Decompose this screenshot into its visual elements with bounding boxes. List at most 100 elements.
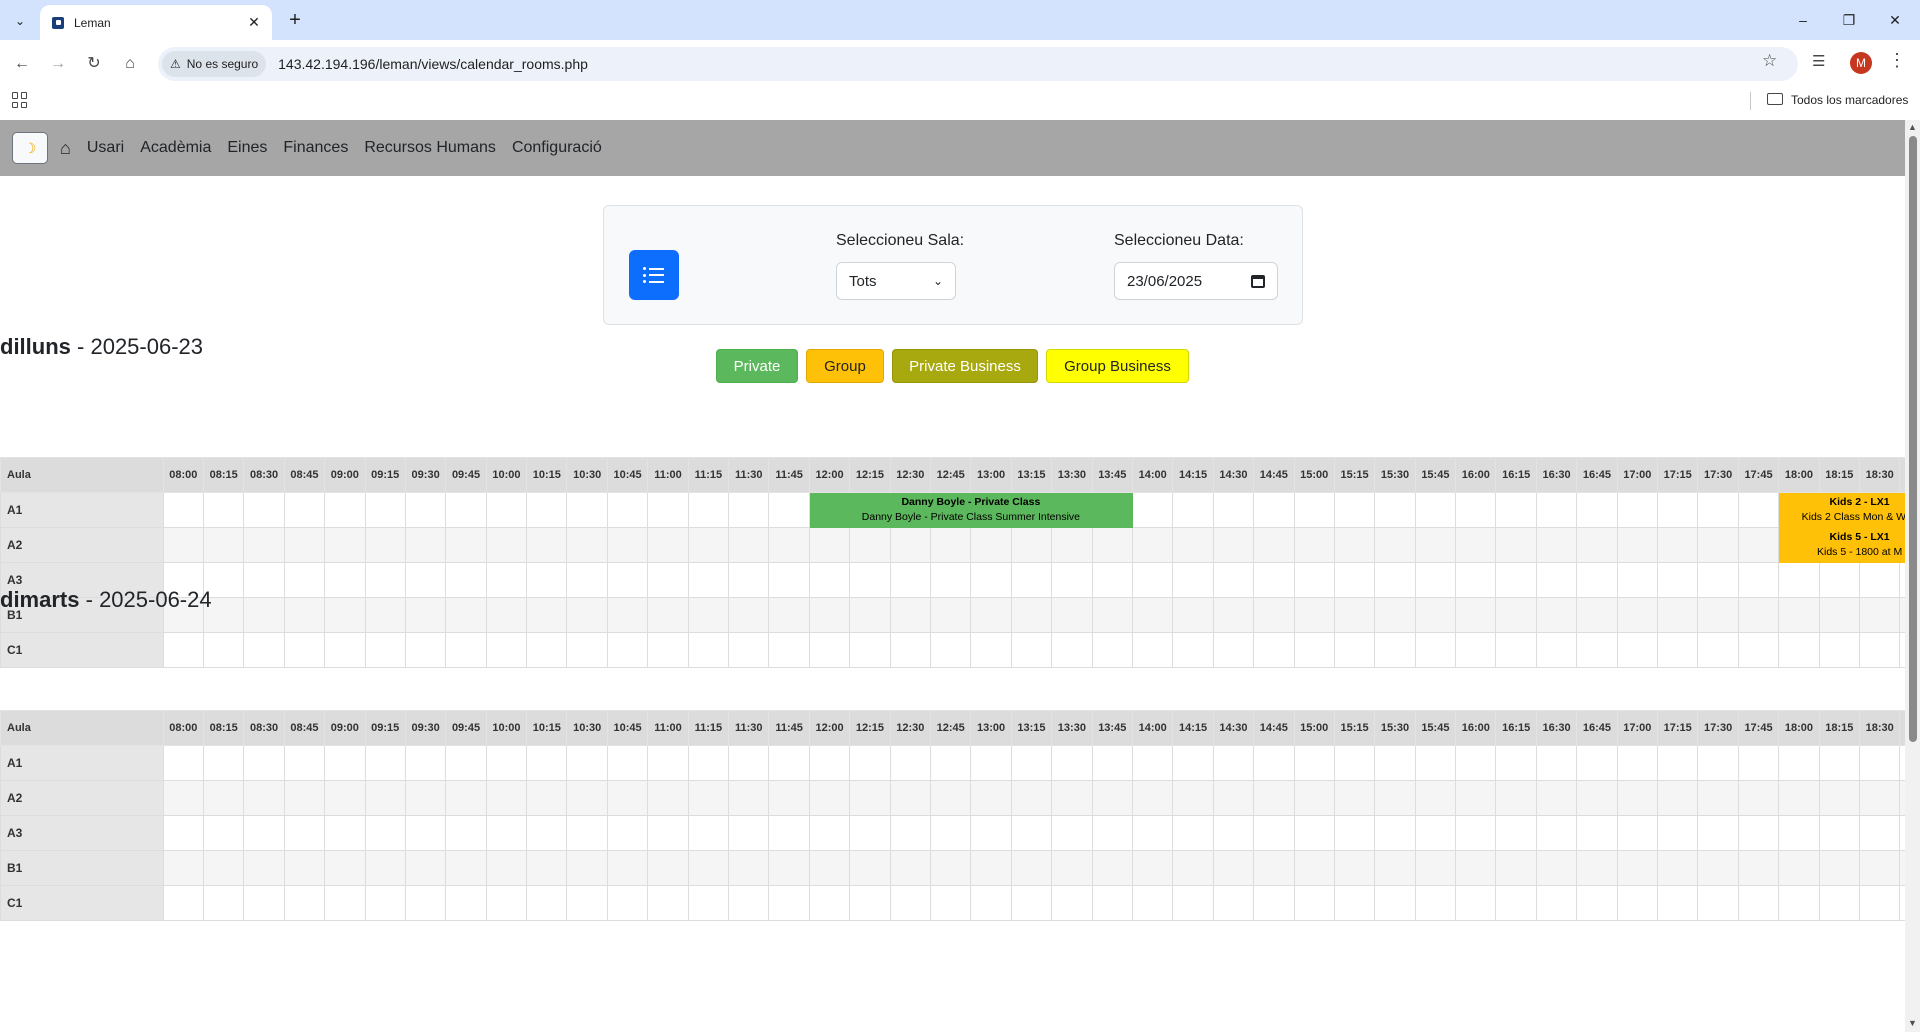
time-slot[interactable]	[929, 632, 972, 668]
time-slot[interactable]	[728, 885, 770, 921]
time-slot[interactable]	[970, 780, 1012, 816]
all-bookmarks-link[interactable]: Todos los marcadores	[1791, 93, 1908, 107]
time-slot[interactable]	[404, 632, 447, 668]
time-slot[interactable]	[202, 815, 245, 851]
time-slot[interactable]	[324, 780, 366, 816]
time-slot[interactable]	[1293, 527, 1335, 563]
time-slot[interactable]	[1495, 850, 1537, 886]
time-slot[interactable]	[1212, 885, 1255, 921]
time-slot[interactable]	[526, 745, 568, 781]
time-slot[interactable]	[1858, 815, 1901, 851]
time-slot[interactable]	[526, 815, 568, 851]
time-slot[interactable]	[1051, 780, 1093, 816]
time-slot[interactable]	[404, 745, 447, 781]
time-slot[interactable]	[1455, 632, 1497, 668]
time-slot[interactable]	[1212, 597, 1255, 633]
time-slot[interactable]	[1414, 527, 1457, 563]
time-slot[interactable]	[647, 492, 689, 528]
time-slot[interactable]	[1172, 632, 1214, 668]
time-slot[interactable]	[1778, 885, 1820, 921]
time-slot[interactable]	[647, 815, 689, 851]
time-slot[interactable]	[1293, 562, 1335, 598]
time-slot[interactable]	[324, 815, 366, 851]
time-slot[interactable]	[606, 850, 649, 886]
scrollbar-thumb[interactable]	[1909, 136, 1917, 742]
time-slot[interactable]	[1858, 780, 1901, 816]
browser-tab[interactable]: Leman ✕	[40, 5, 272, 40]
time-slot[interactable]	[606, 632, 649, 668]
time-slot[interactable]	[243, 850, 285, 886]
time-slot[interactable]	[1697, 815, 1739, 851]
time-slot[interactable]	[1010, 885, 1053, 921]
time-slot[interactable]	[1576, 815, 1618, 851]
time-slot[interactable]	[364, 562, 406, 598]
time-slot[interactable]	[526, 632, 568, 668]
time-slot[interactable]	[929, 780, 972, 816]
time-slot[interactable]	[1535, 527, 1578, 563]
time-slot[interactable]	[768, 850, 810, 886]
time-slot[interactable]	[808, 632, 851, 668]
time-slot[interactable]	[1131, 745, 1174, 781]
time-slot[interactable]	[1737, 780, 1780, 816]
class-event[interactable]: Danny Boyle - Private Class Danny Boyle -…	[808, 492, 1133, 528]
time-slot[interactable]	[162, 632, 204, 668]
tab-close-icon[interactable]: ✕	[246, 14, 262, 31]
time-slot[interactable]	[1495, 745, 1537, 781]
nav-item-usari[interactable]: Usari	[87, 139, 124, 157]
time-slot[interactable]	[445, 527, 487, 563]
time-slot[interactable]	[647, 562, 689, 598]
time-slot[interactable]	[526, 492, 568, 528]
time-slot[interactable]	[566, 815, 608, 851]
time-slot[interactable]	[647, 527, 689, 563]
time-slot[interactable]	[1616, 885, 1659, 921]
time-slot[interactable]	[808, 815, 851, 851]
window-close-icon[interactable]: ✕	[1872, 6, 1918, 34]
time-slot[interactable]	[566, 850, 608, 886]
bookmark-star-icon[interactable]: ☆	[1762, 51, 1777, 71]
time-slot[interactable]	[808, 885, 851, 921]
time-slot[interactable]	[1818, 780, 1860, 816]
time-slot[interactable]	[1455, 780, 1497, 816]
time-slot[interactable]	[404, 562, 447, 598]
time-slot[interactable]	[1455, 885, 1497, 921]
time-slot[interactable]	[970, 815, 1012, 851]
list-view-button[interactable]	[629, 250, 679, 300]
time-slot[interactable]	[1414, 632, 1457, 668]
time-slot[interactable]	[1455, 597, 1497, 633]
time-slot[interactable]	[1495, 632, 1537, 668]
time-slot[interactable]	[1010, 850, 1053, 886]
time-slot[interactable]	[1455, 562, 1497, 598]
time-slot[interactable]	[1414, 815, 1457, 851]
time-slot[interactable]	[1657, 597, 1699, 633]
time-slot[interactable]	[445, 745, 487, 781]
time-slot[interactable]	[1333, 885, 1376, 921]
time-slot[interactable]	[849, 780, 891, 816]
time-slot[interactable]	[1172, 597, 1214, 633]
time-slot[interactable]	[728, 597, 770, 633]
time-slot[interactable]	[364, 745, 406, 781]
time-slot[interactable]	[1576, 597, 1618, 633]
time-slot[interactable]	[808, 562, 851, 598]
time-slot[interactable]	[889, 527, 932, 563]
time-slot[interactable]	[889, 850, 932, 886]
time-slot[interactable]	[1091, 850, 1133, 886]
time-slot[interactable]	[566, 597, 608, 633]
time-slot[interactable]	[1576, 527, 1618, 563]
time-slot[interactable]	[1293, 492, 1335, 528]
time-slot[interactable]	[1253, 527, 1295, 563]
time-slot[interactable]	[364, 597, 406, 633]
time-slot[interactable]	[1535, 885, 1578, 921]
time-slot[interactable]	[1495, 780, 1537, 816]
time-slot[interactable]	[1778, 597, 1820, 633]
time-slot[interactable]	[1212, 780, 1255, 816]
time-slot[interactable]	[1616, 562, 1659, 598]
time-slot[interactable]	[243, 527, 285, 563]
time-slot[interactable]	[283, 780, 326, 816]
time-slot[interactable]	[1737, 815, 1780, 851]
time-slot[interactable]	[1010, 815, 1053, 851]
time-slot[interactable]	[768, 885, 810, 921]
time-slot[interactable]	[647, 850, 689, 886]
time-slot[interactable]	[1657, 780, 1699, 816]
time-slot[interactable]	[283, 885, 326, 921]
time-slot[interactable]	[889, 562, 932, 598]
